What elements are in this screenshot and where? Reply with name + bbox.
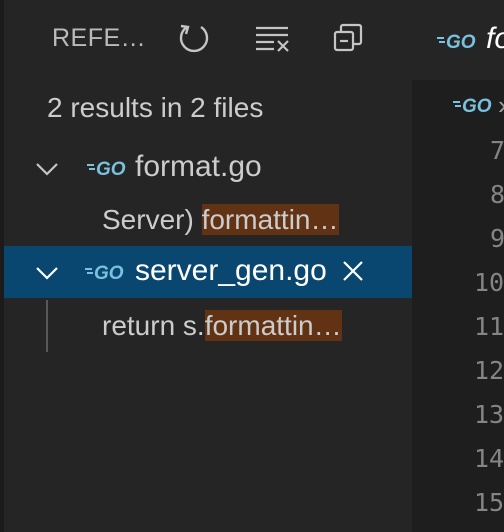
line-number: 7 <box>490 136 504 165</box>
line-number: 11 <box>474 312 504 341</box>
go-file-icon: GO <box>437 32 476 52</box>
refresh-icon[interactable] <box>176 20 212 56</box>
line-number: 9 <box>490 224 504 253</box>
collapse-all-icon[interactable] <box>330 20 366 56</box>
editor-area: GO fo GO › 7 8 9 10 11 12 13 14 15 <box>412 0 504 532</box>
references-panel: REFE… 2 results in 2 files GO format.go … <box>4 0 412 532</box>
go-file-icon: GO <box>85 263 124 283</box>
line-number: 12 <box>474 356 504 385</box>
line-number: 14 <box>474 444 504 473</box>
match-prefix: return s. <box>102 310 205 341</box>
match-prefix: Server) <box>102 204 202 235</box>
go-file-icon: GO <box>87 159 126 179</box>
line-number: 10 <box>474 268 504 297</box>
go-file-icon: GO <box>453 96 492 116</box>
breadcrumb-separator: › <box>498 90 504 121</box>
tree-indent-guide <box>46 300 48 352</box>
file-row-format-go[interactable]: GO format.go <box>4 142 412 194</box>
line-number: 15 <box>474 488 504 517</box>
chevron-down-icon[interactable] <box>34 156 60 182</box>
file-name: server_gen.go <box>135 254 327 287</box>
line-number: 13 <box>474 400 504 429</box>
results-summary: 2 results in 2 files <box>47 92 264 123</box>
editor-tab[interactable]: GO fo <box>412 0 504 80</box>
match-highlight: formattin… <box>201 204 339 235</box>
breadcrumb[interactable]: GO › <box>412 80 504 132</box>
file-row-server-gen-go[interactable]: GO server_gen.go <box>4 246 412 298</box>
svg-text:GO: GO <box>96 159 126 179</box>
reference-match[interactable]: Server) formattin… <box>102 204 339 236</box>
reference-match[interactable]: return s.formattin… <box>102 310 342 342</box>
match-highlight: formattin… <box>204 310 342 341</box>
svg-text:GO: GO <box>446 32 476 52</box>
tab-label: fo <box>486 22 504 55</box>
svg-text:GO: GO <box>94 263 124 283</box>
panel-title: REFE… <box>52 24 147 52</box>
file-name: format.go <box>135 150 262 183</box>
dismiss-icon[interactable] <box>340 258 366 284</box>
chevron-down-icon[interactable] <box>34 260 60 286</box>
svg-text:GO: GO <box>462 96 492 116</box>
clear-all-icon[interactable] <box>254 20 290 56</box>
line-number: 8 <box>490 180 504 209</box>
